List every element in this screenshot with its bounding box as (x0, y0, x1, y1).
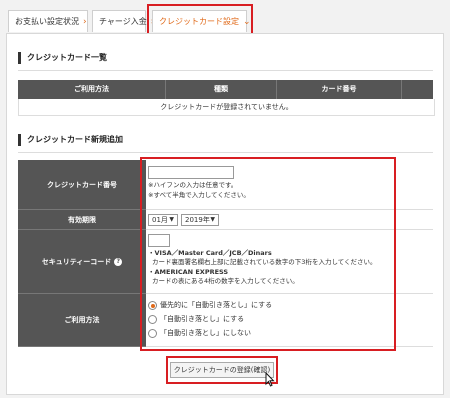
divider (18, 70, 433, 71)
chevron-right-icon: › (83, 17, 87, 27)
column-header-type: 種類 (214, 85, 228, 93)
security-code-line-3: ・AMERICAN EXPRESS (148, 268, 229, 276)
tab-charge-deposit[interactable]: チャージ入金› (92, 10, 154, 32)
card-number-input[interactable] (148, 166, 234, 179)
tab-label: チャージ入金 (99, 17, 147, 26)
usage-cell: 優先的に「自動引き落とし」にする 「自動引き落とし」にする 「自動引き落とし」に… (146, 294, 433, 347)
card-number-note-2: ※すべて半角で入力してください。 (148, 191, 250, 199)
tab-payment-status[interactable]: お支払い設定状況 › (8, 10, 88, 32)
expiry-year-select[interactable]: 2019年 ▼ (181, 214, 219, 226)
label-card-number: クレジットカード番号 (18, 160, 146, 210)
usage-option-none-label[interactable]: 「自動引き落とし」にしない (160, 329, 251, 338)
label-usage: ご利用方法 (18, 294, 146, 347)
expiry-year-value: 2019年 (185, 216, 210, 224)
usage-option-priority-radio[interactable] (148, 301, 157, 310)
expiry-month-select[interactable]: 01月 ▼ (148, 214, 178, 226)
column-header-card-number: カード番号 (321, 85, 357, 93)
security-code-cell: ・VISA／Master Card／JCB／Dinars カード裏面署名欄右上部… (146, 230, 433, 294)
dropdown-arrow-icon: ▼ (169, 216, 174, 223)
empty-message: クレジットカードが登録されていません。 (18, 99, 435, 116)
dropdown-arrow-icon: ▼ (210, 216, 215, 223)
security-code-line-4: カードの表にある4桁の数字を入力してください。 (152, 277, 299, 285)
mouse-pointer-icon (265, 371, 275, 390)
card-list-header: ご利用方法 種類 カード番号 (18, 80, 433, 99)
expiry-month-value: 01月 (152, 216, 168, 224)
label-security-code: セキュリティーコード? (18, 230, 146, 294)
column-divider (401, 80, 402, 99)
usage-option-none-radio[interactable] (148, 329, 157, 338)
divider (18, 152, 433, 153)
register-card-button[interactable]: クレジットカードの登録(確認) (170, 362, 274, 378)
security-code-line-2: カード裏面署名欄右上部に記載されている数字の下3桁を入力してください。 (152, 258, 377, 266)
tab-credit-card-settings[interactable]: クレジットカード設定 ⌄ (152, 10, 251, 32)
security-code-line-1: ・VISA／Master Card／JCB／Dinars (148, 249, 272, 257)
card-number-note-1: ※ハイフンの入力は任意です。 (148, 181, 238, 189)
section-title-add-card: クレジットカード新規追加 (18, 134, 123, 146)
chevron-down-icon: ⌄ (243, 17, 251, 27)
card-number-cell: ※ハイフンの入力は任意です。 ※すべて半角で入力してください。 (146, 160, 433, 210)
usage-option-auto-label[interactable]: 「自動引き落とし」にする (160, 315, 244, 324)
column-header-usage: ご利用方法 (74, 85, 109, 93)
tab-label: クレジットカード設定 (159, 17, 239, 26)
usage-option-auto-radio[interactable] (148, 315, 157, 324)
expiry-cell: 01月 ▼ 2019年 ▼ (146, 210, 433, 230)
help-icon[interactable]: ? (114, 258, 123, 266)
usage-option-priority-label[interactable]: 優先的に「自動引き落とし」にする (160, 301, 272, 310)
label-expiry: 有効期限 (18, 210, 146, 230)
tab-label: お支払い設定状況 (15, 17, 79, 26)
security-code-input[interactable] (148, 234, 170, 247)
security-code-label-text: セキュリティーコード (41, 258, 112, 266)
section-title-card-list: クレジットカード一覧 (18, 52, 107, 64)
